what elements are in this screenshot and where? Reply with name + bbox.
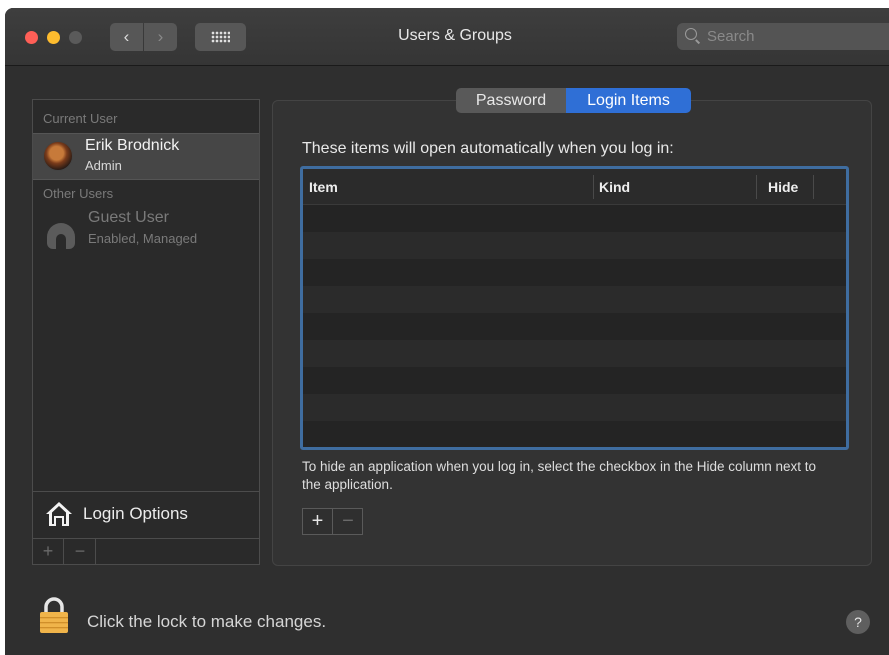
lock-message: Click the lock to make changes. — [87, 612, 327, 631]
remove-user-button[interactable]: − — [65, 539, 96, 564]
column-header-hide[interactable]: Hide — [768, 179, 798, 195]
chevron-left-icon: ‹ — [123, 27, 130, 46]
search-input[interactable] — [707, 27, 882, 46]
zoom-icon[interactable] — [69, 31, 82, 44]
login-item-buttons: + − — [302, 508, 363, 535]
column-divider — [756, 175, 757, 199]
table-row — [303, 340, 846, 367]
tab-password[interactable]: Password — [456, 88, 566, 113]
user-avatar — [43, 141, 73, 171]
chevron-right-icon: › — [157, 27, 164, 46]
user-row-current[interactable]: Erik Brodnick Admin — [33, 133, 259, 180]
tab-login-items[interactable]: Login Items — [566, 88, 691, 113]
table-row — [303, 232, 846, 259]
table-row — [303, 367, 846, 394]
column-divider — [813, 175, 814, 199]
back-button[interactable]: ‹ — [110, 23, 143, 51]
table-row — [303, 286, 846, 313]
title-bar: ‹ › Users & Groups — [5, 8, 889, 66]
login-options-label: Login Options — [83, 504, 188, 523]
login-items-intro: These items will open automatically when… — [302, 140, 674, 157]
other-users-label: Other Users — [43, 186, 114, 201]
table-row — [303, 394, 846, 421]
table-row — [303, 259, 846, 286]
minimize-icon[interactable] — [47, 31, 60, 44]
column-header-kind[interactable]: Kind — [599, 179, 630, 195]
user-list: Current User Erik Brodnick Admin Other U… — [32, 99, 260, 565]
guest-user-status: Enabled, Managed — [88, 231, 198, 246]
grid-icon — [211, 31, 230, 43]
table-header: Item Kind Hide — [303, 169, 846, 205]
current-user-name: Erik Brodnick — [85, 137, 180, 154]
remove-login-item-button[interactable]: − — [333, 509, 363, 534]
house-icon — [46, 502, 72, 526]
add-user-button[interactable]: + — [33, 539, 64, 564]
login-items-table[interactable]: Item Kind Hide — [300, 166, 849, 450]
search-icon — [685, 28, 697, 40]
lock-icon[interactable] — [38, 596, 70, 634]
close-icon[interactable] — [25, 31, 38, 44]
login-options-item[interactable]: Login Options — [33, 491, 259, 538]
window: ‹ › Users & Groups Current User Erik Bro… — [5, 8, 889, 655]
current-user-role: Admin — [85, 158, 122, 173]
add-login-item-button[interactable]: + — [303, 509, 333, 534]
current-user-label: Current User — [43, 111, 118, 126]
column-divider — [593, 175, 594, 199]
guest-user-name: Guest User — [88, 209, 169, 226]
guest-icon — [47, 223, 75, 249]
table-row — [303, 421, 846, 447]
help-icon[interactable]: ? — [846, 610, 870, 634]
user-list-buttons: + − — [33, 538, 259, 564]
window-title: Users & Groups — [398, 27, 512, 44]
show-all-button[interactable] — [195, 23, 246, 51]
table-row — [303, 313, 846, 340]
table-row — [303, 205, 846, 232]
forward-button[interactable]: › — [144, 23, 177, 51]
column-header-item[interactable]: Item — [309, 179, 338, 195]
search-field[interactable] — [677, 23, 889, 50]
hide-help-text: To hide an application when you log in, … — [302, 459, 817, 492]
